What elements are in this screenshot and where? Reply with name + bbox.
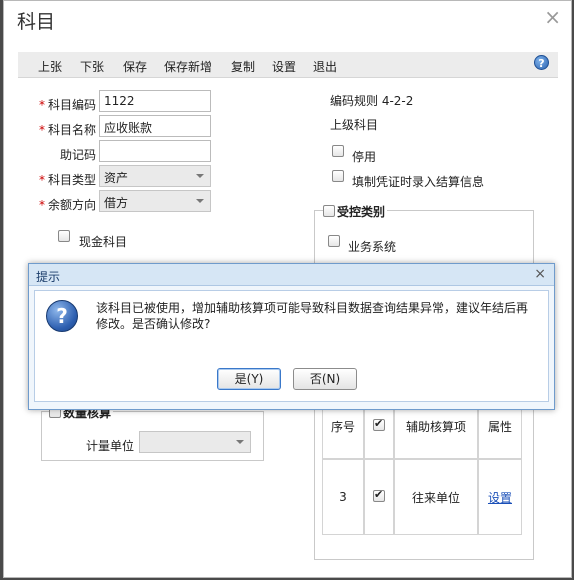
next-button[interactable]: 下张 (80, 58, 104, 75)
business-system-checkbox[interactable] (328, 235, 340, 247)
row-checkbox[interactable] (373, 488, 385, 502)
balance-select[interactable]: 借方 (99, 190, 211, 212)
copy-button[interactable]: 复制 (231, 58, 255, 75)
cash-account-label: 现金科目 (79, 235, 128, 249)
confirm-dialog: 提示 × ? 该科目已被使用，增加辅助核算项可能导致科目数据查询结果异常，建议年… (28, 263, 555, 410)
chevron-down-icon (236, 440, 244, 444)
save-and-new-button[interactable]: 保存新增 (164, 58, 212, 75)
save-button[interactable]: 保存 (123, 58, 147, 75)
chevron-down-icon (196, 174, 204, 178)
disabled-checkbox[interactable] (332, 145, 344, 157)
unit-label: 计量单位 (86, 439, 135, 453)
window-title: 科目 (17, 11, 56, 33)
yes-button[interactable]: 是(Y) (217, 368, 281, 390)
row-check-cell (364, 459, 394, 535)
control-group-title: 受控类别 (335, 203, 388, 220)
balance-label: * 余额方向 (38, 198, 96, 212)
mnemonic-label: 助记码 (59, 148, 96, 162)
code-rule: 编码规则 4-2-2 (330, 94, 414, 108)
unit-select[interactable] (139, 431, 251, 453)
select-all-checkbox[interactable] (373, 417, 385, 431)
dialog-title: 提示 (36, 270, 61, 284)
aux-accounting-table: 序号 辅助核算项 属性 3 往来单位 设置 (322, 394, 522, 535)
prev-button[interactable]: 上张 (38, 58, 62, 75)
window-close-icon[interactable]: × (544, 5, 561, 29)
dialog-message: 该科目已被使用，增加辅助核算项可能导致科目数据查询结果异常，建议年结后再修改。是… (96, 301, 529, 331)
settings-link[interactable]: 设置 (488, 491, 512, 505)
code-label: * 科目编码 (38, 98, 96, 112)
no-button[interactable]: 否(N) (293, 368, 357, 390)
voucher-settle-checkbox[interactable] (332, 170, 344, 182)
name-label: * 科目名称 (38, 123, 96, 137)
settings-button[interactable]: 设置 (272, 58, 296, 75)
seq-cell: 3 (322, 459, 364, 535)
control-group-checkbox[interactable] (323, 205, 335, 217)
question-icon: ? (46, 300, 78, 332)
dialog-titlebar: 提示 × (29, 264, 554, 286)
parent-account: 上级科目 (330, 118, 379, 132)
exit-button[interactable]: 退出 (313, 58, 337, 75)
chevron-down-icon (196, 199, 204, 203)
dialog-body: ? 该科目已被使用，增加辅助核算项可能导致科目数据查询结果异常，建议年结后再修改… (34, 290, 549, 402)
business-system-label: 业务系统 (348, 240, 397, 254)
type-select[interactable]: 资产 (99, 165, 211, 187)
voucher-settle-label: 填制凭证时录入结算信息 (352, 175, 485, 189)
mnemonic-input[interactable] (99, 140, 211, 162)
attr-cell: 设置 (478, 459, 522, 535)
dialog-close-icon[interactable]: × (534, 266, 546, 282)
table-row: 3 往来单位 设置 (322, 459, 522, 535)
name-input[interactable]: 应收账款 (99, 115, 211, 137)
disabled-label: 停用 (352, 150, 377, 164)
item-cell: 往来单位 (394, 459, 478, 535)
toolbar: 上张 下张 保存 保存新增 复制 设置 退出 ? (18, 52, 558, 78)
code-input[interactable]: 1122 (99, 90, 211, 112)
cash-account-checkbox[interactable] (58, 230, 70, 242)
type-label: * 科目类型 (38, 173, 96, 187)
help-icon[interactable]: ? (534, 55, 549, 70)
